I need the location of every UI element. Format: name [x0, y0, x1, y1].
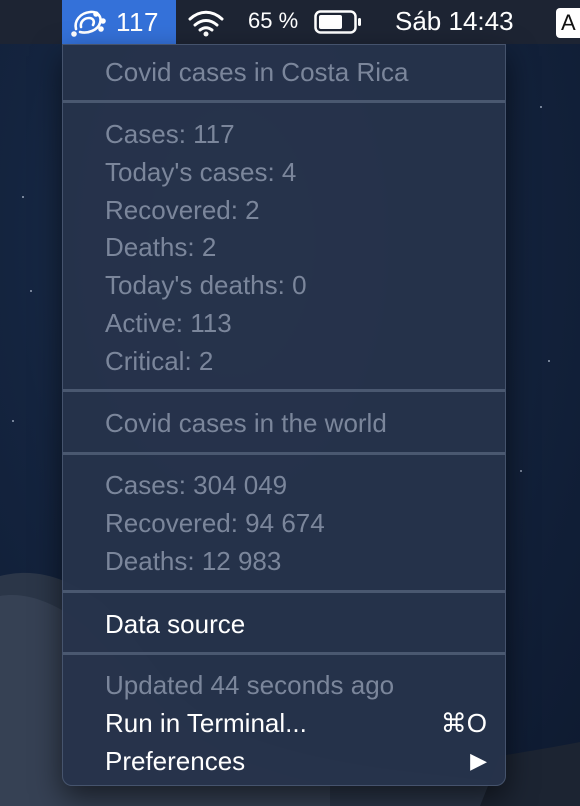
menu-separator — [63, 389, 505, 392]
status-count: 117 — [116, 6, 159, 37]
menu-bar: 117 65 % Sáb 14:43 A — [0, 0, 580, 44]
menu-separator — [63, 452, 505, 455]
submenu-arrow-icon: ▶ — [470, 748, 487, 773]
country-stat-recovered: Recovered: 2 — [105, 195, 260, 225]
menu-separator — [63, 652, 505, 655]
battery-percent[interactable]: 65 % — [248, 8, 298, 34]
virus-icon — [71, 10, 106, 37]
covid-dropdown-menu: Covid cases in Costa Rica Cases: 117 Tod… — [62, 44, 506, 786]
country-stat-cases: Cases: 117 — [105, 119, 235, 149]
country-stat-critical: Critical: 2 — [105, 346, 214, 376]
battery-icon[interactable] — [314, 10, 362, 34]
menubar-clock[interactable]: Sáb 14:43 — [395, 6, 514, 37]
run-in-terminal-menu-item[interactable]: Run in Terminal... — [105, 706, 307, 740]
wifi-icon[interactable] — [186, 8, 226, 38]
country-stat-today-deaths: Today's deaths: 0 — [105, 270, 307, 300]
country-stat-active: Active: 113 — [105, 308, 232, 338]
country-stat-today-cases: Today's cases: 4 — [105, 157, 297, 187]
data-source-menu-item[interactable]: Data source — [105, 607, 245, 641]
covid-status-item[interactable]: 117 — [62, 0, 176, 44]
updated-status: Updated 44 seconds ago — [105, 670, 395, 700]
world-stat-deaths: Deaths: 12 983 — [105, 546, 282, 576]
preferences-menu-item[interactable]: Preferences — [105, 744, 245, 778]
world-header: Covid cases in the world — [105, 408, 387, 438]
input-source-indicator[interactable]: A — [556, 8, 580, 38]
world-stat-cases: Cases: 304 049 — [105, 470, 288, 500]
country-stat-deaths: Deaths: 2 — [105, 232, 217, 262]
country-header: Covid cases in Costa Rica — [105, 57, 409, 87]
menu-separator — [63, 590, 505, 593]
world-stat-recovered: Recovered: 94 674 — [105, 508, 325, 538]
run-in-terminal-shortcut: ⌘O — [440, 708, 487, 738]
menu-separator — [63, 100, 505, 103]
